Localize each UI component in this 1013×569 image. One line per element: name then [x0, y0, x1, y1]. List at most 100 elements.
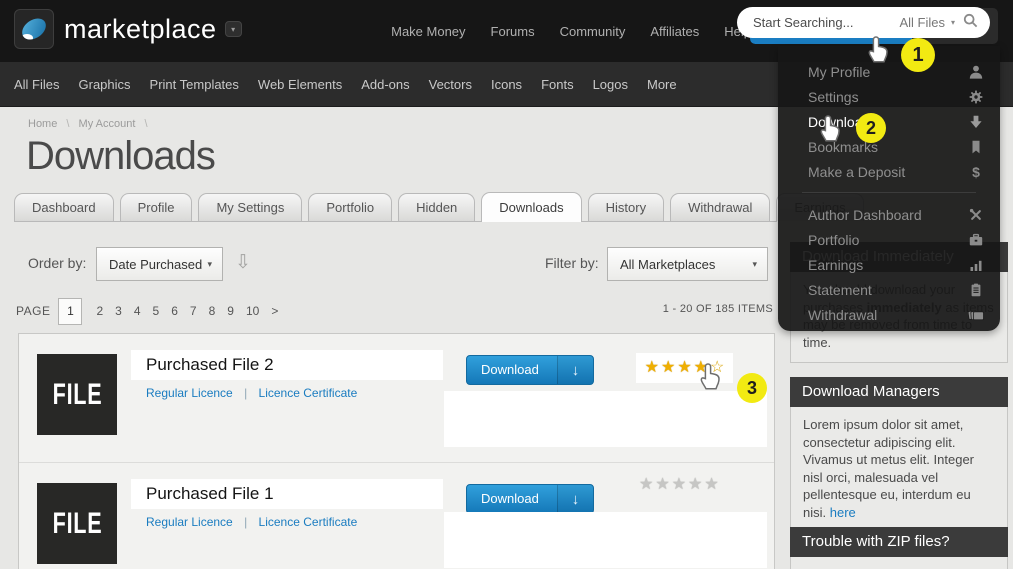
cat-icons[interactable]: Icons [491, 77, 522, 92]
dollar-icon: $ [968, 164, 984, 180]
menu-statement[interactable]: Statement [778, 277, 1000, 302]
cat-add-ons[interactable]: Add-ons [361, 77, 409, 92]
nav-forums[interactable]: Forums [491, 24, 535, 39]
file-row: FILE Purchased File 1 Regular Licence | … [19, 463, 774, 569]
top-nav: Make Money Forums Community Affiliates H… [391, 0, 751, 62]
page-10[interactable]: 10 [246, 304, 259, 318]
search-category-select[interactable]: All Files [899, 15, 945, 30]
page-6[interactable]: 6 [171, 304, 178, 318]
menu-label: Author Dashboard [808, 207, 922, 223]
file-thumbnail[interactable]: FILE [37, 354, 117, 435]
nav-affiliates[interactable]: Affiliates [650, 24, 699, 39]
menu-settings[interactable]: Settings [778, 84, 1000, 109]
star-icon[interactable]: ★ [639, 477, 653, 493]
downloads-list: FILE Purchased File 2 Regular Licence | … [18, 333, 775, 569]
regular-licence-link[interactable]: Regular Licence [146, 515, 233, 529]
gear-icon [968, 89, 984, 105]
page-5[interactable]: 5 [153, 304, 160, 318]
cat-fonts[interactable]: Fonts [541, 77, 574, 92]
sidebar-box-title: Download Managers [790, 377, 1008, 407]
menu-make-a-deposit[interactable]: Make a Deposit $ [778, 159, 1000, 184]
tab-my-settings[interactable]: My Settings [198, 193, 302, 221]
nav-make-money[interactable]: Make Money [391, 24, 465, 39]
cat-logos[interactable]: Logos [593, 77, 628, 92]
tab-portfolio[interactable]: Portfolio [308, 193, 392, 221]
nav-community[interactable]: Community [560, 24, 626, 39]
tab-withdrawal[interactable]: Withdrawal [670, 193, 770, 221]
breadcrumb-my-account[interactable]: My Account [79, 118, 136, 130]
page-8[interactable]: 8 [209, 304, 216, 318]
category-items: All Files Graphics Print Templates Web E… [14, 62, 677, 107]
tab-hidden[interactable]: Hidden [398, 193, 475, 221]
sidebar-box-body: Lorem ipsum dolor sit amet, consectetur … [790, 407, 1008, 533]
download-button[interactable]: Download ↓ [466, 484, 594, 514]
callout-badge-1: 1 [901, 38, 935, 72]
download-arrow-icon[interactable]: ↓ [557, 356, 593, 384]
star-icon[interactable]: ★ [661, 360, 675, 376]
menu-downloads[interactable]: Downloads [778, 109, 1000, 134]
file-title-box: Purchased File 1 [131, 479, 443, 509]
thumb-label: FILE [52, 507, 102, 541]
menu-withdrawal[interactable]: Withdrawal [778, 302, 1000, 327]
chevron-down-icon: ▾ [752, 259, 757, 270]
menu-label: Portfolio [808, 232, 859, 248]
logo-caret-button[interactable]: ▾ [225, 21, 242, 37]
star-icon[interactable]: ★ [688, 477, 702, 493]
star-icon[interactable]: ★ [677, 360, 691, 376]
current-page[interactable]: 1 [58, 298, 82, 325]
star-icon[interactable]: ★ [704, 477, 718, 493]
file-title-box: Purchased File 2 [131, 350, 443, 380]
order-by-value: Date Purchased [109, 257, 202, 272]
logo[interactable]: marketplace ▾ [14, 9, 242, 49]
cat-vectors[interactable]: Vectors [429, 77, 472, 92]
page-label: PAGE [16, 304, 50, 318]
file-title[interactable]: Purchased File 2 [146, 355, 274, 375]
download-all-icon[interactable]: ⇩ [235, 251, 251, 274]
page-3[interactable]: 3 [115, 304, 122, 318]
menu-author-dashboard[interactable]: Author Dashboard [778, 202, 1000, 227]
menu-label: Statement [808, 282, 872, 298]
chart-icon [968, 257, 984, 273]
page: marketplace ▾ Make Money Forums Communit… [0, 0, 1013, 569]
page-9[interactable]: 9 [227, 304, 234, 318]
search-input[interactable]: Start Searching... [753, 15, 899, 30]
filter-by-select[interactable]: All Marketplaces ▾ [607, 247, 768, 281]
page-2[interactable]: 2 [96, 304, 103, 318]
tab-downloads[interactable]: Downloads [481, 192, 581, 222]
file-detail-box [444, 512, 767, 568]
download-arrow-icon[interactable]: ↓ [557, 485, 593, 513]
next-page-button[interactable]: > [271, 304, 278, 318]
breadcrumb-separator: \ [66, 118, 69, 130]
page-4[interactable]: 4 [134, 304, 141, 318]
tools-icon [968, 207, 984, 223]
star-icon[interactable]: ★ [645, 360, 659, 376]
download-button[interactable]: Download ↓ [466, 355, 594, 385]
file-title[interactable]: Purchased File 1 [146, 484, 274, 504]
logo-mark-icon [14, 9, 54, 49]
file-thumbnail[interactable]: FILE [37, 483, 117, 564]
download-button-label: Download [467, 356, 557, 384]
regular-licence-link[interactable]: Regular Licence [146, 386, 233, 400]
licence-certificate-link[interactable]: Licence Certificate [259, 386, 358, 400]
search-icon[interactable] [963, 13, 978, 33]
menu-portfolio[interactable]: Portfolio [778, 227, 1000, 252]
bookmark-icon [968, 139, 984, 155]
star-icon[interactable]: ★ [672, 477, 686, 493]
tab-history[interactable]: History [588, 193, 664, 221]
breadcrumb-home[interactable]: Home [28, 118, 57, 130]
order-by-select[interactable]: Date Purchased ▾ [96, 247, 223, 281]
tab-profile[interactable]: Profile [120, 193, 193, 221]
cat-more[interactable]: More [647, 77, 677, 92]
cat-graphics[interactable]: Graphics [79, 77, 131, 92]
menu-earnings[interactable]: Earnings [778, 252, 1000, 277]
tab-dashboard[interactable]: Dashboard [14, 193, 114, 221]
menu-bookmarks[interactable]: Bookmarks [778, 134, 1000, 159]
page-7[interactable]: 7 [190, 304, 197, 318]
cat-all-files[interactable]: All Files [14, 77, 60, 92]
licence-certificate-link[interactable]: Licence Certificate [259, 515, 358, 529]
search-bar[interactable]: Start Searching... All Files ▾ [737, 7, 990, 38]
cat-print-templates[interactable]: Print Templates [150, 77, 239, 92]
here-link[interactable]: here [830, 505, 856, 520]
cat-web-elements[interactable]: Web Elements [258, 77, 342, 92]
star-icon[interactable]: ★ [655, 477, 669, 493]
